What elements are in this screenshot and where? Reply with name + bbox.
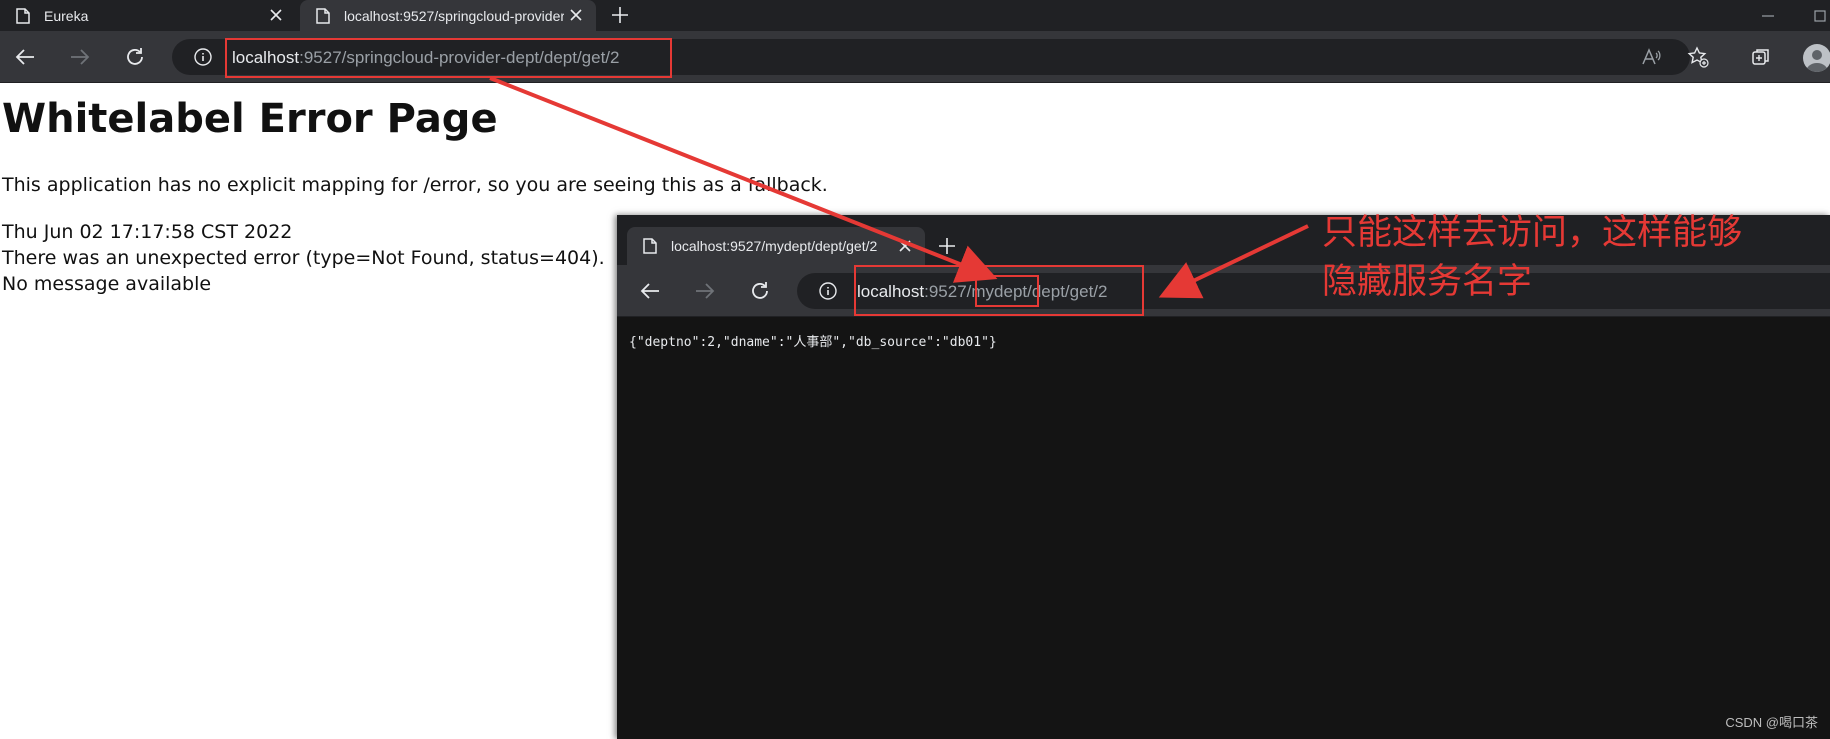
new-tab-icon[interactable] xyxy=(608,3,632,27)
error-detail: No message available xyxy=(2,273,212,295)
forward-icon[interactable] xyxy=(692,278,718,304)
mydept-highlight-box xyxy=(975,275,1039,307)
tab-mydept[interactable]: localhost:9527/mydept/dept/get/2 xyxy=(627,227,925,265)
collections-icon[interactable] xyxy=(1750,46,1772,68)
page-title: Whitelabel Error Page xyxy=(2,96,498,142)
error-timestamp: Thu Jun 02 17:17:58 CST 2022 xyxy=(2,221,293,243)
read-aloud-icon[interactable] xyxy=(1640,46,1662,68)
reload-icon[interactable] xyxy=(122,44,148,70)
page-icon xyxy=(641,237,659,255)
maximize-icon[interactable] xyxy=(1812,8,1828,24)
new-tab-icon[interactable] xyxy=(935,234,959,258)
close-tab-icon[interactable] xyxy=(897,238,913,254)
favorite-add-icon[interactable] xyxy=(1687,46,1709,68)
annotation-line-1: 只能这样去访问，这样能够 xyxy=(1322,213,1743,253)
minimize-icon[interactable] xyxy=(1760,8,1776,24)
tab-eureka[interactable]: Eureka xyxy=(0,0,296,31)
tab-label: localhost:9527/mydept/dept/get/2 xyxy=(671,238,878,254)
avatar[interactable] xyxy=(1803,44,1830,72)
reload-icon[interactable] xyxy=(747,278,773,304)
back-icon[interactable] xyxy=(637,278,663,304)
error-status: There was an unexpected error (type=Not … xyxy=(2,247,605,269)
close-tab-icon[interactable] xyxy=(268,7,284,23)
info-icon[interactable] xyxy=(819,282,837,300)
page-icon xyxy=(314,7,332,25)
watermark: CSDN @喝口茶 xyxy=(1725,715,1818,730)
url-highlight-box xyxy=(225,38,672,78)
browser-toolbar: localhost:9527/mydept/dept/get/2 xyxy=(617,265,1830,317)
tab-label: localhost:9527/springcloud-provider-dept… xyxy=(344,7,564,24)
tab-label: Eureka xyxy=(44,7,89,24)
tab-strip: Eureka localhost:9527/springcloud-provid… xyxy=(0,0,1830,31)
close-tab-icon[interactable] xyxy=(568,7,584,23)
annotation-line-2: 隐藏服务名字 xyxy=(1322,262,1533,302)
info-icon[interactable] xyxy=(194,48,212,66)
page-icon xyxy=(14,7,32,25)
error-message: This application has no explicit mapping… xyxy=(2,174,828,196)
json-response: {"deptno":2,"dname":"人事部","db_source":"d… xyxy=(629,335,997,350)
forward-icon[interactable] xyxy=(67,44,93,70)
back-icon[interactable] xyxy=(12,44,38,70)
tab-active[interactable]: localhost:9527/springcloud-provider-dept… xyxy=(300,0,596,31)
overlay-browser-window: localhost:9527/mydept/dept/get/2 localho… xyxy=(617,215,1830,739)
